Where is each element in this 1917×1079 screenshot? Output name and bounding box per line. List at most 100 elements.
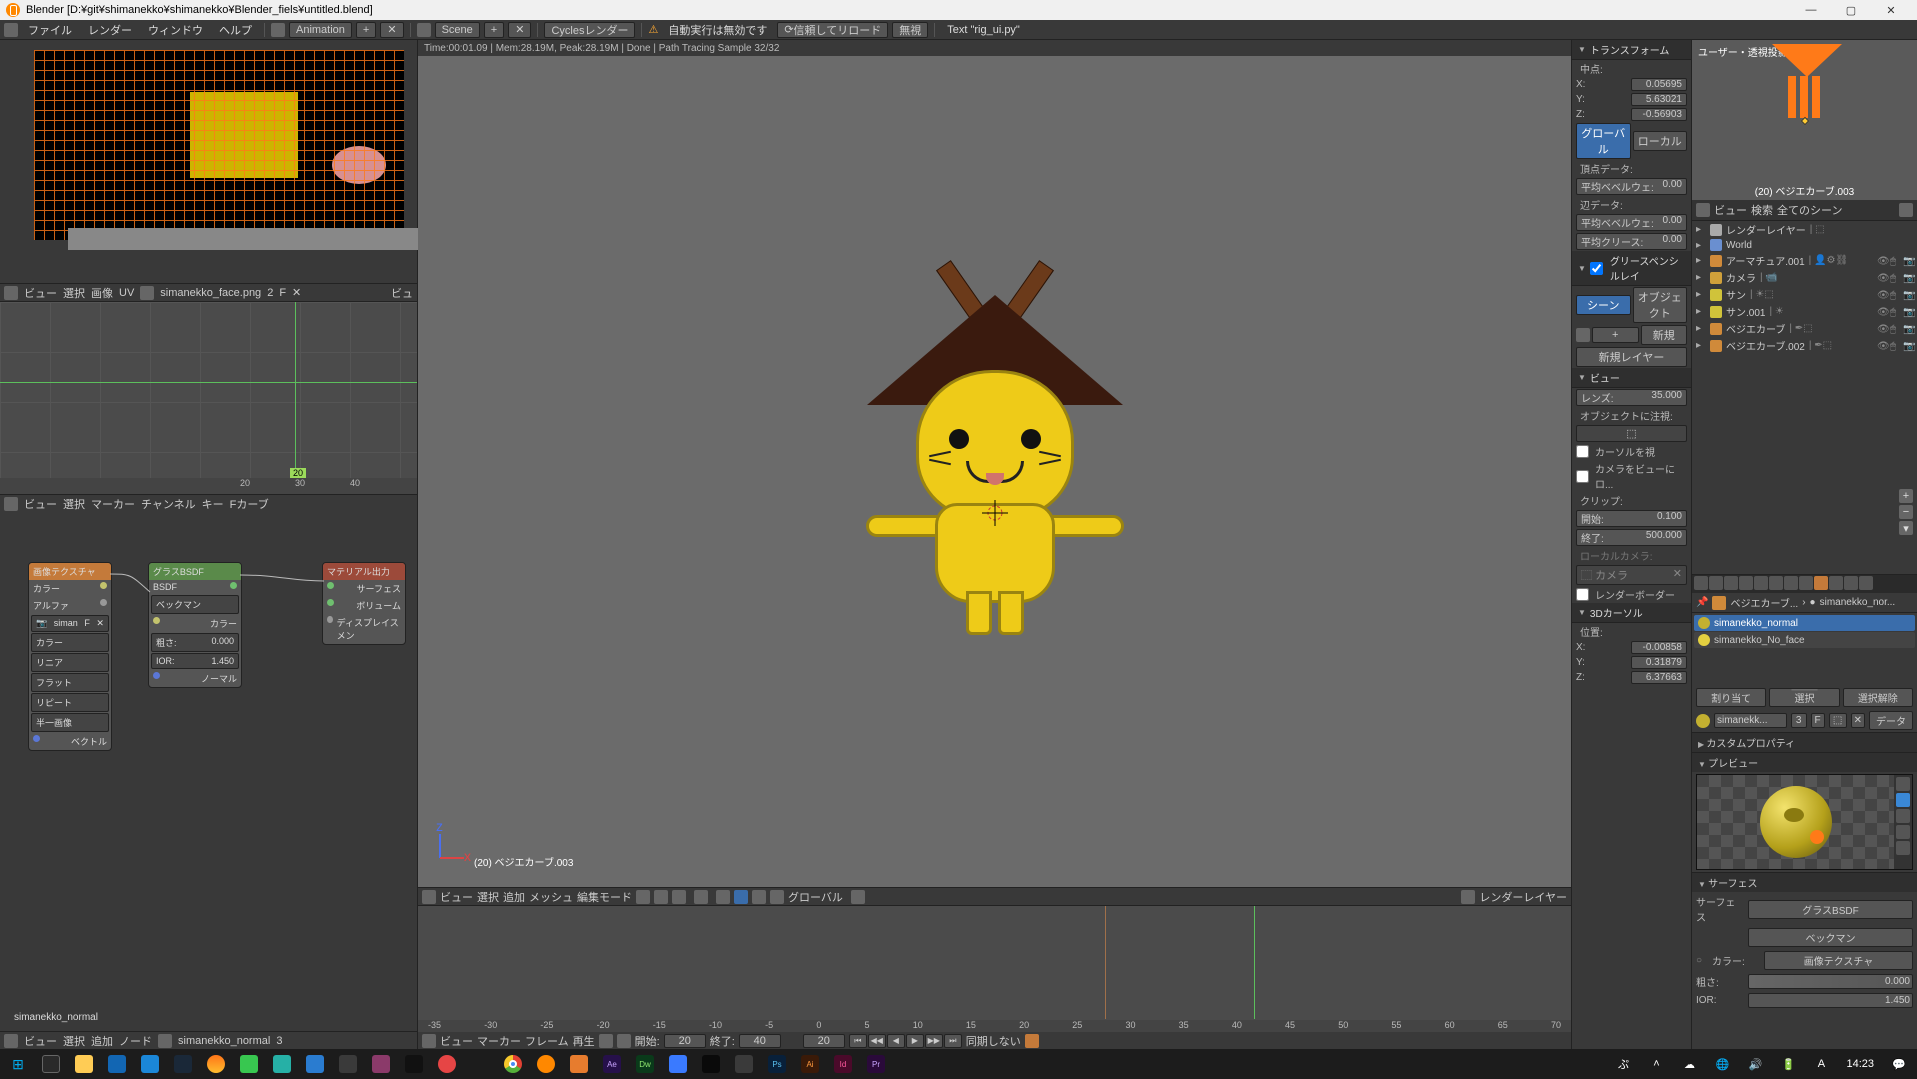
material-unlink[interactable]: ✕ <box>1851 713 1865 728</box>
tl-current-field[interactable]: 20 <box>803 1034 845 1048</box>
focus-object-field[interactable]: ⬚ <box>1576 425 1687 442</box>
node-menu-select[interactable]: 選択 <box>63 1033 85 1049</box>
menu-help[interactable]: ヘルプ <box>213 22 258 38</box>
taskbar-app6[interactable] <box>431 1051 463 1077</box>
node-mat-users[interactable]: 3 <box>276 1035 282 1047</box>
roughness-field[interactable]: 0.000 <box>1748 974 1913 989</box>
taskbar-blender[interactable] <box>530 1051 562 1077</box>
3d-menu-add[interactable]: 追加 <box>503 889 525 905</box>
outliner-editor-icon[interactable] <box>1696 203 1710 217</box>
material-nodes-toggle[interactable]: ⬚ <box>1829 713 1847 728</box>
auto-key-button[interactable] <box>1025 1034 1039 1048</box>
cursor-z[interactable]: 6.37663 <box>1631 671 1687 684</box>
taskbar-command[interactable] <box>695 1051 727 1077</box>
scale-gizmo-icon[interactable] <box>770 890 784 904</box>
node-editor[interactable]: 画像テクスチャ カラー アルファ 📷simanF✕ カラー リニア フラット リ… <box>0 512 417 1031</box>
uv-header-overflow[interactable]: ビュ <box>391 285 413 301</box>
uv-menu-uvs[interactable]: UV <box>119 287 134 299</box>
assign-button[interactable]: 割り当て <box>1696 688 1766 707</box>
outliner-row[interactable]: ▸カメラ | 📹👁🖱📷 <box>1692 269 1917 286</box>
jump-start-button[interactable]: ⏮ <box>849 1034 867 1048</box>
sync-mode-select[interactable]: 同期しない <box>966 1033 1021 1049</box>
tab-scene[interactable] <box>1724 576 1738 590</box>
median-x[interactable]: 0.05695 <box>1631 78 1687 91</box>
vert-select-icon[interactable] <box>636 890 650 904</box>
cursor-x[interactable]: -0.00858 <box>1631 641 1687 654</box>
uv-image-editor[interactable] <box>0 40 417 283</box>
taskbar-clock[interactable]: 14:23 <box>1838 1058 1882 1070</box>
uv-image-unlink[interactable]: ✕ <box>292 286 301 299</box>
taskbar-indesign[interactable]: Id <box>827 1051 859 1077</box>
node-menu-add[interactable]: 追加 <box>91 1033 113 1049</box>
uv-image-users[interactable]: 2 <box>267 287 273 299</box>
tl-range-icon[interactable] <box>599 1034 613 1048</box>
maximize-button[interactable]: ▢ <box>1831 0 1871 20</box>
ignore-button[interactable]: 無視 <box>892 22 928 38</box>
tab-data[interactable] <box>1799 576 1813 590</box>
taskbar-app13[interactable] <box>728 1051 760 1077</box>
color-input-select[interactable]: 画像テクスチャ <box>1764 951 1913 970</box>
close-button[interactable]: ✕ <box>1871 0 1911 20</box>
graph-mode-select[interactable]: Fカーブ <box>230 496 269 512</box>
task-view-button[interactable] <box>35 1051 67 1077</box>
uv-image-fake[interactable]: F <box>279 287 286 299</box>
render-border-check[interactable] <box>1576 588 1589 601</box>
distribution-select[interactable]: ベックマン <box>1748 928 1913 947</box>
outliner-row[interactable]: ▸レンダーレイヤー | ⬚ <box>1692 221 1917 238</box>
jump-end-button[interactable]: ⏭ <box>944 1034 962 1048</box>
local-camera-field[interactable]: ⬚ カメラ✕ <box>1576 565 1687 585</box>
tray-cloud-icon[interactable]: ☁ <box>1673 1051 1705 1077</box>
3d-viewport[interactable]: z x (20) ベジエカーブ.003 <box>418 56 1571 887</box>
material-slot[interactable]: simanekko_normal <box>1694 615 1915 631</box>
graph-menu-select[interactable]: 選択 <box>63 496 85 512</box>
tab-texture[interactable] <box>1829 576 1843 590</box>
tl-preview-icon[interactable] <box>617 1034 631 1048</box>
taskbar-vscode[interactable] <box>299 1051 331 1077</box>
panel-view[interactable]: ビュー <box>1572 368 1691 388</box>
slot-specials-button[interactable]: ▾ <box>1899 521 1913 535</box>
surface-section[interactable]: サーフェス <box>1692 872 1917 892</box>
material-link-select[interactable]: データ <box>1869 711 1913 730</box>
cursor-y[interactable]: 0.31879 <box>1631 656 1687 669</box>
clip-start[interactable]: 開始:0.100 <box>1576 510 1687 527</box>
preview-section[interactable]: プレビュー <box>1692 752 1917 772</box>
uv-menu-view[interactable]: ビュー <box>24 285 57 301</box>
translate-gizmo-icon[interactable] <box>734 890 748 904</box>
panel-3d-cursor[interactable]: 3Dカーソル <box>1572 603 1691 623</box>
slot-add-button[interactable]: + <box>1899 489 1913 503</box>
taskbar-app11[interactable] <box>662 1051 694 1077</box>
play-button[interactable]: ▶ <box>906 1034 924 1048</box>
next-key-button[interactable]: ▶▶ <box>925 1034 943 1048</box>
custom-props-section[interactable]: カスタムプロパティ <box>1692 732 1917 752</box>
preview-fluid[interactable] <box>1896 841 1910 855</box>
mode-select[interactable]: 編集モード <box>577 889 632 905</box>
ior-field[interactable]: 1.450 <box>1748 993 1913 1008</box>
pencil-icon[interactable] <box>1576 328 1590 342</box>
tab-layers[interactable] <box>1709 576 1723 590</box>
tab-particles[interactable] <box>1844 576 1858 590</box>
lock-camera-check[interactable] <box>1576 470 1589 483</box>
tab-render[interactable] <box>1694 576 1708 590</box>
3d-menu-select[interactable]: 選択 <box>477 889 499 905</box>
median-y[interactable]: 5.63021 <box>1631 93 1687 106</box>
uv-menu-image[interactable]: 画像 <box>91 285 113 301</box>
space-global[interactable]: グローバル <box>1576 123 1631 159</box>
panel-transform[interactable]: トランスフォーム <box>1572 40 1691 60</box>
menu-file[interactable]: ファイル <box>22 22 78 38</box>
taskbar-app2[interactable] <box>266 1051 298 1077</box>
panel-grease-pencil[interactable]: グリースペンシルレイ <box>1572 251 1691 286</box>
preview-hair[interactable] <box>1896 825 1910 839</box>
tl-menu-marker[interactable]: マーカー <box>477 1033 521 1049</box>
taskbar-app5[interactable] <box>365 1051 397 1077</box>
graph-editor[interactable]: 20 20 30 40 <box>0 301 417 494</box>
taskbar-steam[interactable] <box>167 1051 199 1077</box>
tab-material[interactable] <box>1814 576 1828 590</box>
taskbar-premiere[interactable]: Pr <box>860 1051 892 1077</box>
menu-window[interactable]: ウィンドウ <box>142 22 209 38</box>
timeline-editor[interactable]: -35-30-25 -20-15-10 -505 101520 253035 4… <box>418 905 1571 1031</box>
face-select-icon[interactable] <box>672 890 686 904</box>
tab-world[interactable] <box>1739 576 1753 590</box>
render-layer-select[interactable]: レンダーレイヤー <box>1479 889 1567 905</box>
outliner-row[interactable]: ▸サン | ☀⬚👁🖱📷 <box>1692 286 1917 303</box>
scene-icon[interactable] <box>417 23 431 37</box>
